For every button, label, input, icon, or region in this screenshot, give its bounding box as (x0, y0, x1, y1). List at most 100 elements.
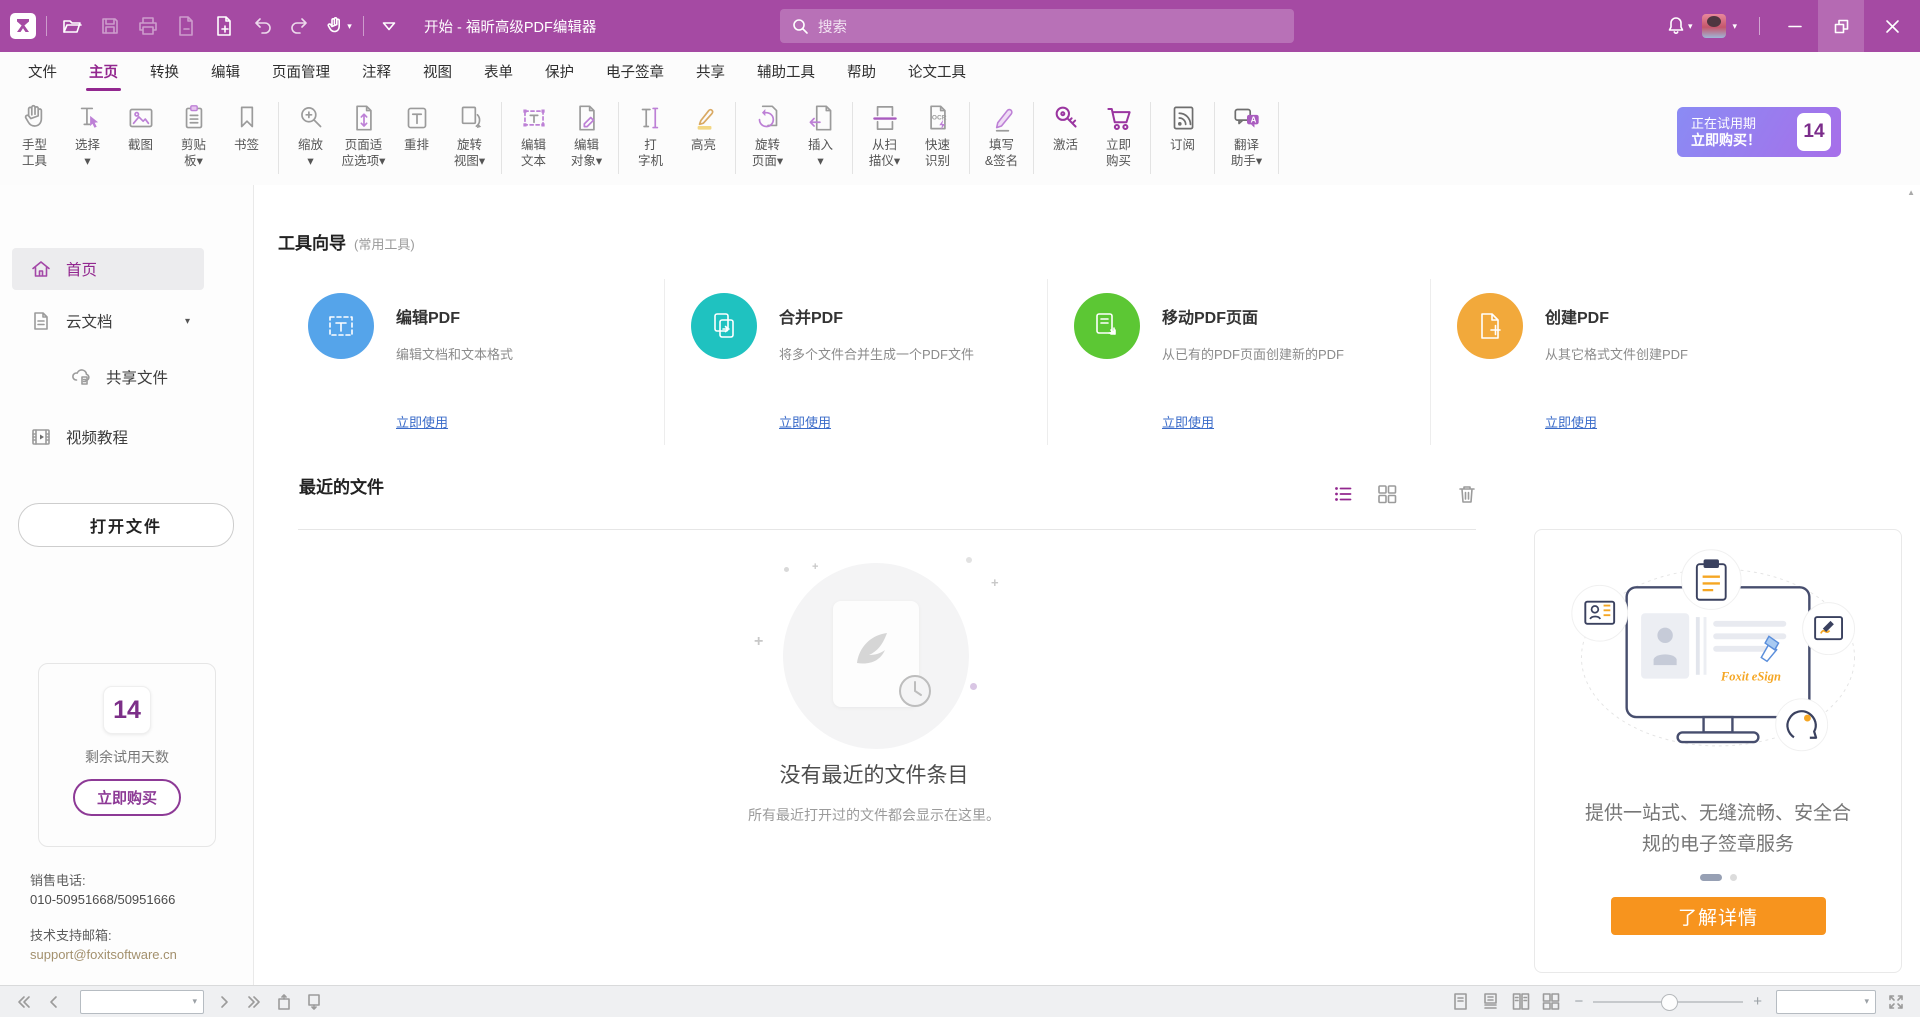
card-use-now-link[interactable]: 立即使用 (1162, 412, 1430, 431)
notifications-caret[interactable]: ▾ (1688, 21, 1693, 32)
trash-icon[interactable] (1454, 481, 1480, 507)
zoom-out-icon[interactable]: − (1574, 994, 1583, 1009)
next-page-icon[interactable] (212, 990, 236, 1014)
first-page-icon[interactable] (12, 990, 36, 1014)
hand-quick-caret[interactable]: ▾ (347, 21, 352, 32)
learn-more-button[interactable]: 了解详情 (1611, 897, 1826, 935)
subscribe-icon (1166, 101, 1200, 135)
scrollbar-up-arrow[interactable]: ▲ (1907, 188, 1915, 197)
promo-dot[interactable] (1730, 874, 1737, 881)
sidebar-item-shared-files[interactable]: 共享文件 (12, 356, 204, 398)
toolbar-select-button[interactable]: 选择▾ (61, 101, 114, 169)
support-email-link[interactable]: support@foxitsoftware.cn (30, 945, 177, 964)
menu-item-home[interactable]: 主页 (73, 52, 134, 94)
buy-now-pill-button[interactable]: 立即购买 (73, 779, 181, 816)
last-page-icon[interactable] (242, 990, 266, 1014)
prev-view-icon[interactable] (272, 990, 296, 1014)
restore-button[interactable] (1818, 0, 1864, 52)
contact-info: 销售电话: 010-50951668/50951666 技术支持邮箱: supp… (30, 871, 177, 964)
card-merge-pdf[interactable]: 合并PDF 将多个文件合并生成一个PDF文件 立即使用 (665, 279, 1048, 445)
open-file-button[interactable] (55, 9, 89, 43)
cloud-docs-caret[interactable]: ▾ (185, 316, 190, 327)
toolbar-reflow-button[interactable]: 重排 (390, 101, 443, 153)
facing-continuous-icon[interactable] (1538, 990, 1562, 1014)
search-input[interactable]: 搜索 (780, 9, 1294, 43)
toolbar-buy-now-button[interactable]: 立即购买 (1092, 101, 1145, 169)
toolbar-highlight-button[interactable]: 高亮 (677, 101, 730, 153)
quick-access-chevron-button[interactable] (372, 9, 406, 43)
delete-page-button[interactable] (169, 9, 203, 43)
menu-item-view[interactable]: 视图 (407, 52, 468, 94)
account-button[interactable]: ▾ (1702, 14, 1737, 38)
grid-view-icon[interactable] (1374, 481, 1400, 507)
toolbar-typewriter-button[interactable]: 打字机 (624, 101, 677, 169)
menu-item-esign[interactable]: 电子签章 (590, 52, 680, 94)
toolbar-edit-text-button[interactable]: 编辑文本 (507, 101, 560, 169)
zoom-level-combobox[interactable]: ▾ (1776, 990, 1876, 1014)
toolbar-translate-button[interactable]: A 翻译助手▾ (1220, 101, 1273, 169)
print-button[interactable] (131, 9, 165, 43)
card-edit-pdf[interactable]: 编辑PDF 编辑文档和文本格式 立即使用 (282, 279, 665, 445)
minimize-button[interactable] (1772, 0, 1818, 52)
toolbar-fit-page-button[interactable]: 页面适应选项▾ (337, 101, 390, 169)
sidebar-item-home[interactable]: 首页 (12, 248, 204, 290)
toolbar-clipboard-button[interactable]: 剪贴板▾ (167, 101, 220, 169)
avatar[interactable] (1702, 14, 1726, 38)
continuous-page-icon[interactable] (1478, 990, 1502, 1014)
fullscreen-icon[interactable] (1884, 990, 1908, 1014)
menu-item-protect[interactable]: 保护 (529, 52, 590, 94)
new-page-button[interactable] (207, 9, 241, 43)
card-move-pdf-pages[interactable]: 移动PDF页面 从已有的PDF页面创建新的PDF 立即使用 (1048, 279, 1431, 445)
card-use-now-link[interactable]: 立即使用 (396, 412, 664, 431)
promo-dot-active[interactable] (1700, 874, 1722, 881)
zoom-slider-knob[interactable] (1661, 994, 1678, 1011)
menu-item-share[interactable]: 共享 (680, 52, 741, 94)
account-caret[interactable]: ▾ (1732, 21, 1737, 32)
menu-item-convert[interactable]: 转换 (134, 52, 195, 94)
close-button[interactable] (1864, 0, 1920, 52)
sidebar: 首页 云文档 ▾ 共享文件 视频教程 打开文件 14 剩余试用天数 立即购买 销… (0, 185, 254, 985)
toolbar-quick-ocr-button[interactable]: OCR 快速识别 (911, 101, 964, 169)
facing-page-icon[interactable] (1508, 990, 1532, 1014)
toolbar-bookmark-button[interactable]: 书签 (220, 101, 273, 153)
menu-item-comment[interactable]: 注释 (346, 52, 407, 94)
next-view-icon[interactable] (302, 990, 326, 1014)
toolbar-insert-button[interactable]: 插入▾ (794, 101, 847, 169)
toolbar-rotate-pages-button[interactable]: 旋转页面▾ (741, 101, 794, 169)
notifications-button[interactable]: ▾ (1665, 15, 1693, 37)
menu-item-accessibility[interactable]: 辅助工具 (741, 52, 831, 94)
toolbar-from-scanner-button[interactable]: 从扫描仪▾ (858, 101, 911, 169)
save-button[interactable] (93, 9, 127, 43)
toolbar-zoom-button[interactable]: 缩放▾ (284, 101, 337, 169)
menu-item-form[interactable]: 表单 (468, 52, 529, 94)
menu-item-help[interactable]: 帮助 (831, 52, 892, 94)
zoom-slider[interactable] (1593, 1001, 1743, 1003)
sidebar-item-cloud-docs[interactable]: 云文档 ▾ (12, 300, 204, 342)
zoom-in-icon[interactable]: + (1753, 994, 1762, 1009)
promo-pagination[interactable] (1535, 874, 1901, 881)
card-use-now-link[interactable]: 立即使用 (779, 412, 1047, 431)
page-number-combobox[interactable]: ▾ (80, 990, 204, 1014)
redo-button[interactable] (283, 9, 317, 43)
trial-badge-button[interactable]: 正在试用期 立即购买！ 14 (1677, 107, 1841, 157)
toolbar-edit-object-button[interactable]: 编辑对象▾ (560, 101, 613, 169)
toolbar-fill-sign-button[interactable]: 填写&签名 (975, 101, 1028, 169)
menu-item-file[interactable]: 文件 (12, 52, 73, 94)
menu-item-organize[interactable]: 页面管理 (256, 52, 346, 94)
open-file-main-button[interactable]: 打开文件 (18, 503, 234, 547)
toolbar-subscribe-button[interactable]: 订阅 (1156, 101, 1209, 153)
toolbar-snapshot-button[interactable]: 截图 (114, 101, 167, 153)
list-view-icon[interactable] (1330, 481, 1356, 507)
menu-item-paper-tools[interactable]: 论文工具 (892, 52, 982, 94)
undo-button[interactable] (245, 9, 279, 43)
hand-quick-button[interactable]: ▾ (321, 9, 355, 43)
single-page-icon[interactable] (1448, 990, 1472, 1014)
toolbar-rotate-view-button[interactable]: 旋转视图▾ (443, 101, 496, 169)
menu-item-edit[interactable]: 编辑 (195, 52, 256, 94)
toolbar-activate-button[interactable]: 激活 (1039, 101, 1092, 153)
card-use-now-link[interactable]: 立即使用 (1545, 412, 1814, 431)
prev-page-icon[interactable] (42, 990, 66, 1014)
sidebar-item-video-tutorials[interactable]: 视频教程 (12, 416, 204, 458)
toolbar-hand-tool-button[interactable]: 手型工具 (8, 101, 61, 169)
card-create-pdf[interactable]: 创建PDF 从其它格式文件创建PDF 立即使用 (1431, 279, 1814, 445)
